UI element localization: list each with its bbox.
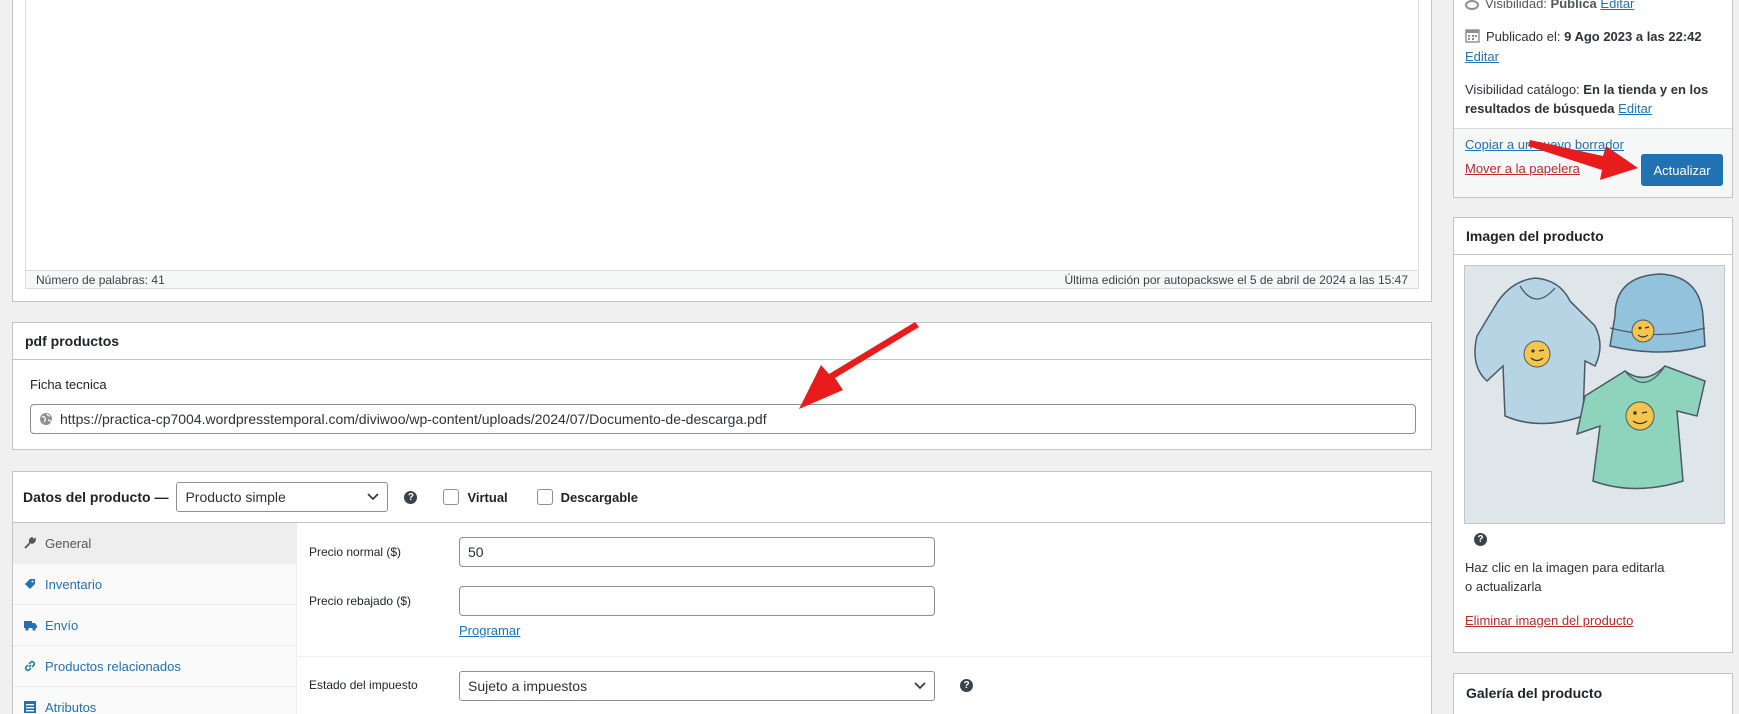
help-icon[interactable]: ? <box>1474 533 1487 546</box>
last-edit-info: Última edición por autopackswe el 5 de a… <box>1064 272 1408 287</box>
catalog-visibility-edit-link[interactable]: Editar <box>1618 101 1652 116</box>
publish-box: Visibilidad: Pública Editar Publicado el… <box>1453 0 1733 198</box>
ficha-tecnica-label: Ficha tecnica <box>30 377 107 392</box>
virtual-checkbox-wrap[interactable]: Virtual <box>443 489 508 505</box>
divider <box>297 656 1431 657</box>
tax-status-select[interactable]: Sujeto a impuestos <box>459 671 935 701</box>
product-data-header: Datos del producto — Producto simple ? V… <box>13 472 1431 523</box>
regular-price-input[interactable]: 50 <box>459 537 935 567</box>
tab-atributos[interactable]: Atributos <box>13 687 296 714</box>
link-icon <box>23 660 37 672</box>
wrench-icon <box>23 537 37 549</box>
published-edit-row: Editar <box>1465 47 1499 66</box>
publish-actions: Copiar a un nuevo borrador Mover a la pa… <box>1454 128 1732 197</box>
tab-label: Atributos <box>45 699 97 714</box>
tab-envio[interactable]: Envío <box>13 605 296 646</box>
ficha-tecnica-url-field[interactable]: https://practica-cp7004.wordpresstempora… <box>30 404 1416 434</box>
ficha-tecnica-url: https://practica-cp7004.wordpresstempora… <box>60 411 767 427</box>
published-edit-link[interactable]: Editar <box>1465 49 1499 64</box>
pdf-box-title: pdf productos <box>13 323 1431 360</box>
visibility-label: Visibilidad: <box>1485 0 1547 11</box>
content-editor-box: Número de palabras: 41 Última edición po… <box>12 0 1432 302</box>
list-icon <box>23 701 37 713</box>
product-data-tabs: General Inventario Envío Productos relac… <box>13 523 297 714</box>
product-type-value: Producto simple <box>185 489 286 505</box>
published-value: 9 Ago 2023 a las 22:42 <box>1564 29 1702 44</box>
catalog-visibility-row: Visibilidad catálogo: En la tienda y en … <box>1465 80 1725 118</box>
tab-general[interactable]: General <box>13 523 296 564</box>
tag-icon <box>23 578 37 590</box>
pdf-productos-box: pdf productos Ficha tecnica https://prac… <box>12 322 1432 450</box>
visibility-value: Pública <box>1550 0 1597 11</box>
sale-price-input[interactable] <box>459 586 935 616</box>
product-gallery-title: Galería del producto <box>1466 685 1603 701</box>
editor-status-bar: Número de palabras: 41 Última edición po… <box>26 270 1418 288</box>
sale-price-label: Precio rebajado ($) <box>309 594 412 608</box>
general-panel: Precio normal ($) 50 Precio rebajado ($)… <box>297 523 1431 714</box>
chevron-down-icon <box>367 493 380 501</box>
visibility-row: Visibilidad: Pública Editar <box>1465 0 1634 13</box>
regular-price-label: Precio normal ($) <box>309 545 402 559</box>
product-type-select[interactable]: Producto simple <box>176 482 389 512</box>
eye-icon <box>1465 0 1479 10</box>
chevron-down-icon <box>914 682 926 690</box>
published-row: Publicado el: 9 Ago 2023 a las 22:42 <box>1465 27 1702 46</box>
remove-product-image-link[interactable]: Eliminar imagen del producto <box>1465 613 1633 628</box>
copy-to-draft-link[interactable]: Copiar a un nuevo borrador <box>1465 137 1624 152</box>
product-image[interactable] <box>1464 265 1725 524</box>
content-editor-area[interactable]: Número de palabras: 41 Última edición po… <box>25 0 1419 289</box>
downloadable-label: Descargable <box>560 489 638 505</box>
product-data-box: Datos del producto — Producto simple ? V… <box>12 471 1432 714</box>
catalog-visibility-label: Visibilidad catálogo: <box>1465 82 1580 97</box>
globe-icon <box>39 412 53 426</box>
tax-status-value: Sujeto a impuestos <box>468 678 588 694</box>
help-icon[interactable]: ? <box>960 679 973 692</box>
product-gallery-box: Galería del producto <box>1453 673 1733 714</box>
word-count: Número de palabras: 41 <box>36 272 165 287</box>
product-data-title: Datos del producto — <box>23 489 169 505</box>
tax-status-label: Estado del impuesto <box>309 678 418 692</box>
virtual-checkbox[interactable] <box>443 489 460 505</box>
product-image-title: Imagen del producto <box>1454 218 1732 255</box>
published-label: Publicado el: <box>1486 29 1561 44</box>
schedule-link[interactable]: Programar <box>459 623 520 638</box>
tab-label: Inventario <box>45 576 103 592</box>
downloadable-checkbox[interactable] <box>536 489 553 505</box>
tab-label: General <box>45 535 92 551</box>
product-image-hint: Haz clic en la imagen para editarla o ac… <box>1465 560 1665 594</box>
tab-label: Productos relacionados <box>45 658 181 674</box>
tab-label: Envío <box>45 617 79 633</box>
virtual-label: Virtual <box>467 489 508 505</box>
truck-icon <box>23 620 37 631</box>
product-image-box: Imagen del producto ? Haz clic en la ima… <box>1453 217 1733 653</box>
move-to-trash-link[interactable]: Mover a la papelera <box>1465 161 1580 176</box>
downloadable-checkbox-wrap[interactable]: Descargable <box>536 489 638 505</box>
update-button[interactable]: Actualizar <box>1641 154 1723 186</box>
visibility-edit-link[interactable]: Editar <box>1600 0 1634 11</box>
help-icon[interactable]: ? <box>404 490 418 504</box>
tab-inventario[interactable]: Inventario <box>13 564 296 605</box>
calendar-icon <box>1465 28 1480 43</box>
tab-productos-relacionados[interactable]: Productos relacionados <box>13 646 296 687</box>
